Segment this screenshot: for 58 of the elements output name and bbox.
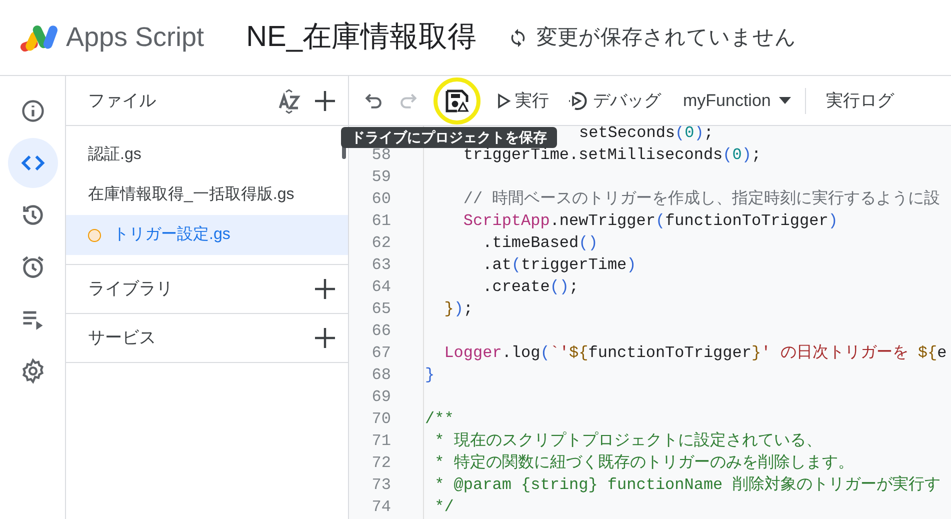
line-number: 71 — [370, 431, 392, 452]
line-number: 63 — [370, 255, 392, 276]
apps-script-logo-icon — [18, 22, 60, 52]
highlight-circle — [433, 76, 481, 124]
line-number: 67 — [370, 343, 392, 364]
code-line: * @param {string} functionName 削除対象のトリガーが実行す — [434, 474, 940, 496]
product-name: Apps Script — [66, 21, 204, 54]
debug-button[interactable]: デバッグ — [567, 88, 661, 114]
code-line: }); — [443, 299, 474, 320]
line-number: 72 — [370, 453, 392, 474]
debug-icon — [567, 90, 589, 112]
code-line: ScriptApp.newTrigger(functionToTrigger) — [462, 211, 838, 232]
add-icon[interactable] — [314, 90, 336, 112]
code-nav-button[interactable] — [8, 138, 58, 188]
save-status: 変更が保存されていません — [536, 24, 796, 51]
line-number: 66 — [370, 321, 392, 342]
code-line: * 特定の関数に紐づく既存のトリガーのみを削除します。 — [434, 452, 854, 474]
alarm-icon — [20, 254, 46, 280]
function-dropdown[interactable]: myFunction — [683, 88, 791, 114]
line-number: 68 — [370, 365, 392, 386]
line-number: 74 — [370, 497, 392, 518]
add-icon[interactable] — [314, 327, 336, 349]
caret-icon — [778, 96, 791, 104]
save-to-drive-icon[interactable] — [444, 88, 470, 114]
file-item[interactable]: 在庫情報取得_一括取得版.gs — [66, 175, 348, 215]
line-number: 61 — [370, 211, 392, 232]
play-icon — [497, 92, 511, 108]
line-number: 73 — [370, 475, 392, 496]
info-icon — [20, 98, 46, 124]
code-line: .timeBased() — [482, 233, 598, 254]
run-button[interactable]: 実行 — [497, 88, 549, 114]
section-heading: ライブラリ — [88, 278, 174, 300]
code-line: Logger.log(`'${functionToTrigger}' の日次トリガーを ${e — [443, 343, 947, 364]
execution-log-button[interactable]: 実行ログ — [826, 88, 894, 114]
line-number: 65 — [370, 299, 392, 320]
line-number: 64 — [370, 277, 392, 298]
file-item[interactable]: トリガー設定.gs — [66, 215, 348, 255]
code-line: .create(); — [482, 277, 579, 298]
line-number: 70 — [370, 409, 392, 430]
section-heading: サービス — [88, 327, 157, 350]
project-title[interactable]: NE_在庫情報取得 — [246, 16, 476, 60]
line-number: 62 — [370, 233, 392, 254]
line-number: 58 — [370, 145, 392, 166]
sort-az-icon[interactable] — [276, 88, 302, 114]
tooltip: ドライブにプロジェクトを保存 — [341, 127, 557, 148]
code-line: } — [425, 365, 435, 386]
code-line: */ — [434, 497, 454, 518]
line-number: 60 — [370, 189, 392, 210]
line-number: 59 — [370, 167, 392, 188]
code-line: * 現在のスクリプトプロジェクトに設定されている、 — [434, 430, 822, 452]
add-icon[interactable] — [314, 278, 336, 300]
code-line: /** — [425, 409, 454, 430]
code-line: // 時間ベースのトリガーを作成し、指定時刻に実行するように設 — [462, 188, 940, 210]
line-number: 69 — [370, 387, 392, 408]
settings-icon — [20, 358, 46, 384]
files-heading: ファイル — [88, 90, 157, 112]
code-line: triggerTime.setMilliseconds(0); — [462, 145, 762, 166]
code-line: .at(triggerTime) — [482, 255, 636, 276]
